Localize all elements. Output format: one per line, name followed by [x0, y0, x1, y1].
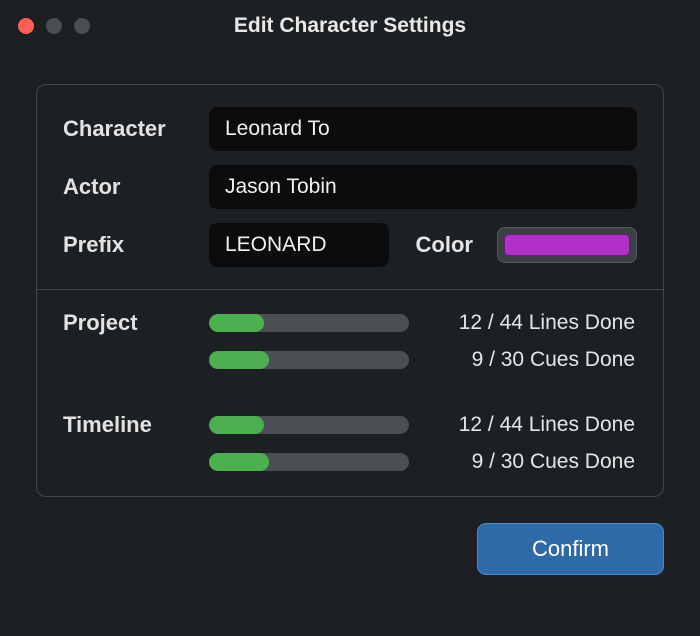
project-lines-text: 12 / 44 Lines Done — [419, 311, 637, 335]
window-title: Edit Character Settings — [0, 14, 700, 38]
divider — [37, 289, 663, 290]
actor-row: Actor — [63, 165, 637, 209]
timeline-label: Timeline — [63, 412, 209, 438]
actor-input[interactable] — [209, 165, 637, 209]
titlebar: Edit Character Settings — [0, 0, 700, 52]
timeline-cues-bar — [209, 453, 409, 471]
confirm-button[interactable]: Confirm — [477, 523, 664, 575]
actor-label: Actor — [63, 174, 209, 200]
zoom-icon[interactable] — [74, 18, 90, 34]
character-input[interactable] — [209, 107, 637, 151]
timeline-cues-fill — [209, 453, 269, 471]
minimize-icon[interactable] — [46, 18, 62, 34]
content-area: Character Actor Prefix Color Project 12 … — [0, 52, 700, 636]
project-lines-fill — [209, 314, 264, 332]
color-picker[interactable] — [497, 227, 637, 263]
project-cues-bar — [209, 351, 409, 369]
character-row: Character — [63, 107, 637, 151]
prefix-row: Prefix Color — [63, 223, 637, 267]
project-cues-fill — [209, 351, 269, 369]
timeline-lines-bar — [209, 416, 409, 434]
progress-section: Project 12 / 44 Lines Done 9 / 30 Cues D… — [63, 310, 637, 474]
color-swatch — [504, 234, 630, 256]
color-label: Color — [389, 232, 497, 258]
timeline-lines-text: 12 / 44 Lines Done — [419, 413, 637, 437]
prefix-input[interactable] — [209, 223, 389, 267]
settings-panel: Character Actor Prefix Color Project 12 … — [36, 84, 664, 497]
close-icon[interactable] — [18, 18, 34, 34]
character-label: Character — [63, 116, 209, 142]
project-lines-bar — [209, 314, 409, 332]
project-label: Project — [63, 310, 209, 336]
footer: Confirm — [36, 523, 664, 575]
prefix-label: Prefix — [63, 232, 209, 258]
project-cues-text: 9 / 30 Cues Done — [419, 348, 637, 372]
window-controls — [18, 18, 90, 34]
timeline-cues-text: 9 / 30 Cues Done — [419, 450, 637, 474]
timeline-lines-fill — [209, 416, 264, 434]
